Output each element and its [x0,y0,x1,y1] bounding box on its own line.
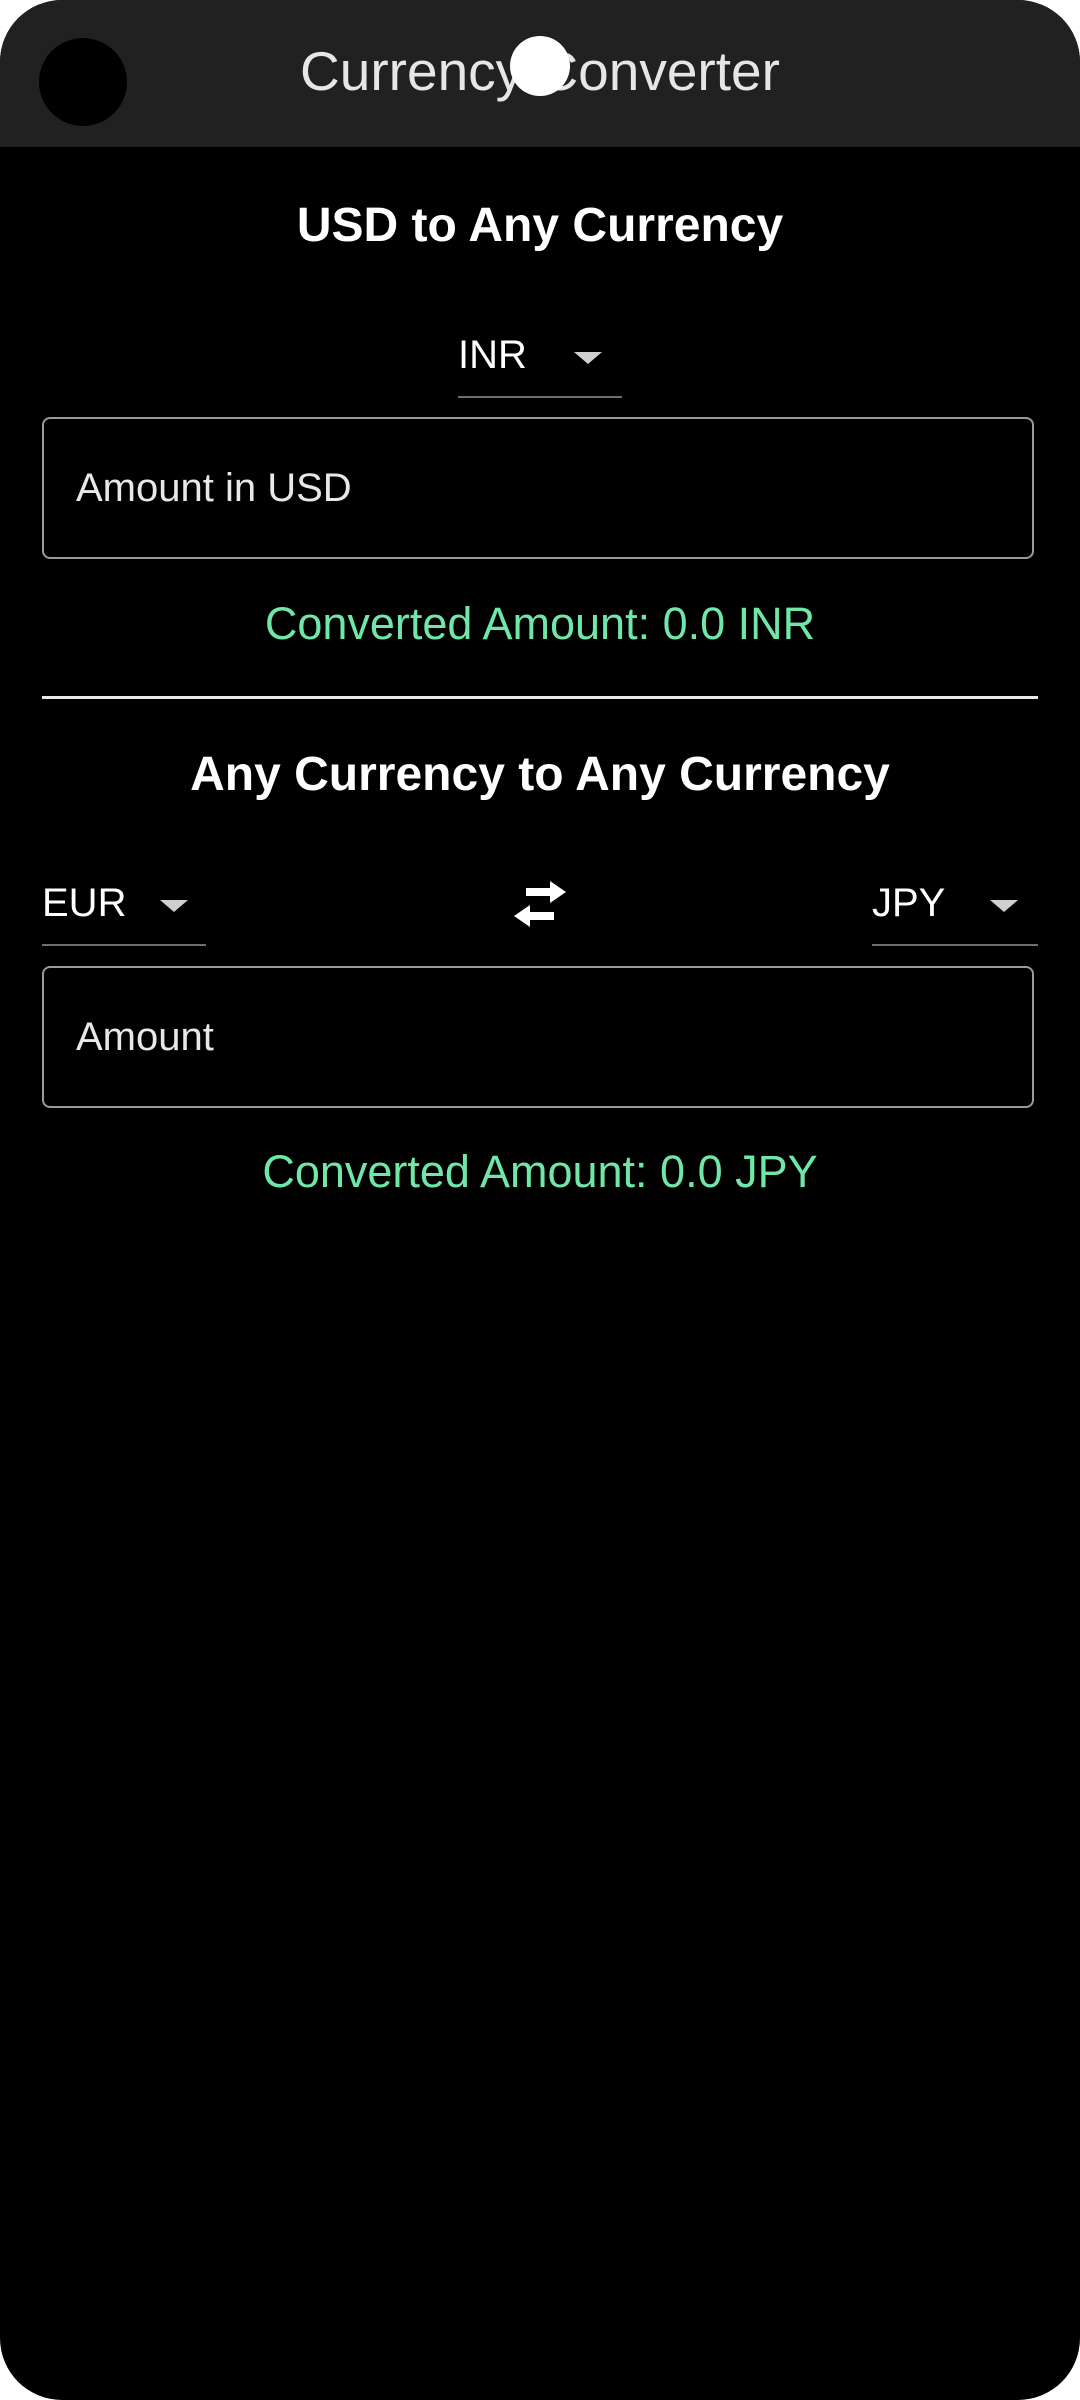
usd-section-heading: USD to Any Currency [296,199,784,252]
any-section-heading: Any Currency to Any Currency [190,748,890,801]
usd-converted-amount: Converted Amount: 0.0 INR [264,598,816,649]
to-currency-dropdown[interactable]: JPY [872,864,1038,946]
arrow-drop-down-icon [574,352,602,364]
from-currency-value: EUR [42,881,127,925]
camera-cutout [39,38,127,126]
any-converted-amount: Converted Amount: 0.0 JPY [262,1146,818,1197]
screen: Currency Converter USD to Any Currency I… [0,0,1080,2400]
touch-indicator [510,36,570,96]
to-currency-value: JPY [872,881,946,925]
swap-currencies-button[interactable] [506,876,574,932]
amount-input[interactable] [44,968,1032,1106]
amount-in-usd-field[interactable] [42,417,1034,559]
amount-in-usd-input[interactable] [44,419,1032,557]
from-currency-dropdown[interactable]: EUR [42,864,206,946]
target-currency-value: INR [458,333,527,377]
arrow-drop-down-icon [160,900,188,912]
app-bar: Currency Converter [0,0,1080,147]
section-divider [42,696,1038,699]
swap-horizontal-icon [514,881,566,927]
target-currency-dropdown[interactable]: INR [458,316,622,398]
arrow-drop-down-icon [990,900,1018,912]
amount-field[interactable] [42,966,1034,1108]
